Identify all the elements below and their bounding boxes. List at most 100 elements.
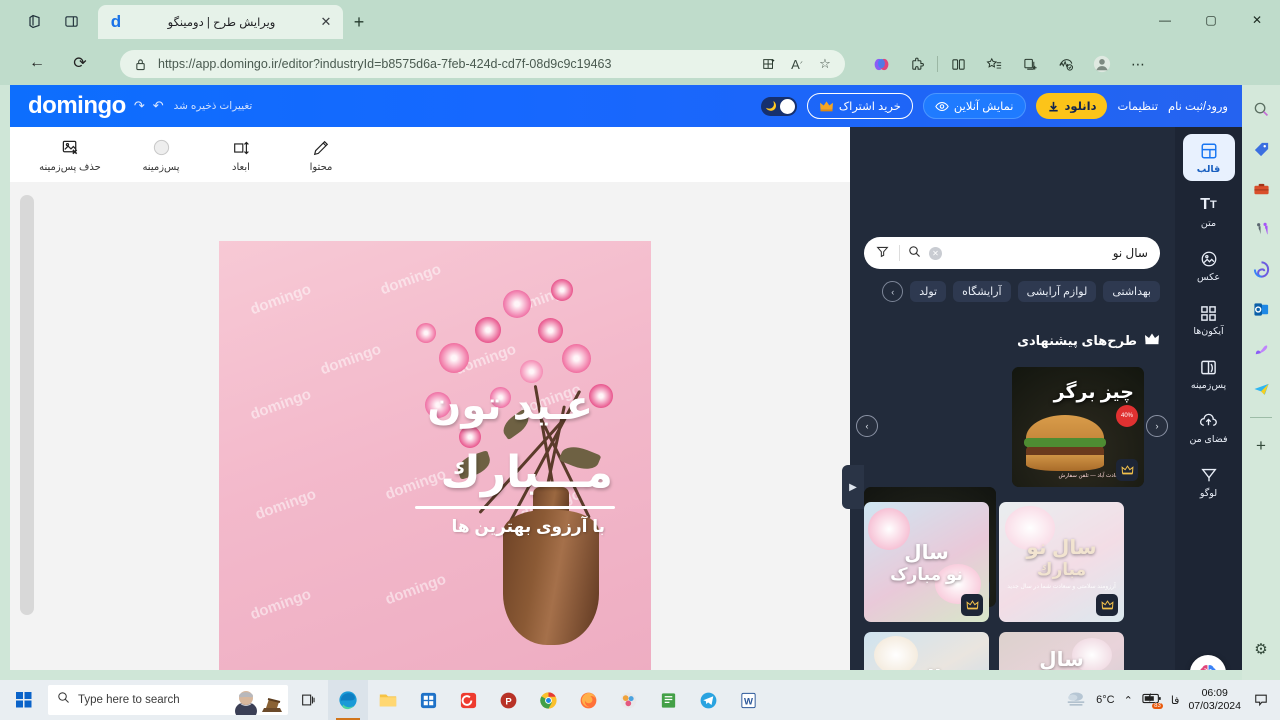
copilot-workspaces-icon[interactable] <box>22 8 48 34</box>
greeting-line-3[interactable]: با آرزوی بهترین ها <box>219 517 633 537</box>
template-title-line1: سال <box>904 541 949 564</box>
tool-remove-background[interactable]: حذف پس‌زمینه <box>28 137 112 173</box>
nav-item-template[interactable]: قالب <box>1182 134 1235 181</box>
minimize-button[interactable]: — <box>1142 0 1188 40</box>
sidebar-settings-icon[interactable]: ⚙ <box>1254 640 1267 658</box>
online-preview-button[interactable]: نمایش آنلاین <box>922 93 1026 119</box>
browser-tab[interactable]: d ویرایش طرح | دومینگو ✕ <box>98 5 343 39</box>
chip-lavazem-arayeshi[interactable]: لوازم آرایشی <box>1017 281 1097 302</box>
taskbar-chrome-icon[interactable] <box>528 680 568 720</box>
taskbar-pdf-icon[interactable]: P <box>488 680 528 720</box>
copilot-icon[interactable] <box>865 50 897 78</box>
games-icon[interactable] <box>1249 217 1273 241</box>
watermark: domingo <box>383 570 449 609</box>
chip-arayeshgah[interactable]: آرایشگاه <box>953 281 1011 302</box>
carousel-next-button[interactable]: › <box>1146 415 1168 437</box>
chips-prev-button[interactable]: ‹ <box>882 281 904 302</box>
chip-behdashti[interactable]: بهداشتی <box>1103 281 1160 302</box>
carousel-card-cheeseburger[interactable]: چیز برگر 40% شعبه سعادت آباد — تلفن سفار… <box>1012 367 1144 487</box>
premium-crown-badge[interactable] <box>961 594 983 616</box>
taskbar-file-explorer-icon[interactable] <box>368 680 408 720</box>
split-screen-icon[interactable] <box>759 54 779 74</box>
outlook-icon[interactable] <box>1249 297 1273 321</box>
premium-crown-badge[interactable] <box>1116 459 1138 481</box>
favorites-icon[interactable] <box>978 50 1010 78</box>
tool-content[interactable]: محتوا <box>290 137 352 173</box>
shopping-tag-icon[interactable] <box>1249 137 1273 161</box>
read-aloud-icon[interactable]: Aᐟ <box>787 54 807 74</box>
taskbar-microsoft-store-icon[interactable] <box>408 680 448 720</box>
greeting-line-1[interactable]: عـید تون <box>219 383 633 429</box>
maximize-button[interactable]: ▢ <box>1188 0 1234 40</box>
template-card[interactable]: سال نو <box>999 632 1124 670</box>
settings-more-icon[interactable]: ⋯ <box>1122 50 1154 78</box>
login-link[interactable]: ورود/ثبت نام <box>1168 99 1228 113</box>
nav-item-image[interactable]: عکس <box>1183 242 1235 289</box>
filter-icon[interactable] <box>876 245 900 261</box>
nav-item-background[interactable]: پس‌زمینه <box>1183 350 1235 397</box>
taskbar-word-icon[interactable]: W <box>728 680 768 720</box>
notification-icon[interactable] <box>1250 689 1272 711</box>
design-artboard[interactable]: domingo domingo domingo domingo domingo … <box>219 241 651 670</box>
language-indicator[interactable]: فا <box>1171 694 1180 707</box>
design-text-group[interactable]: عـید تون مـــبارك با آرزوی بهترین ها <box>219 383 651 537</box>
taskbar-search[interactable]: Type here to search <box>48 685 288 715</box>
settings-link[interactable]: تنظیمات <box>1117 99 1158 113</box>
nav-item-my-space[interactable]: فضای من <box>1183 404 1235 451</box>
nav-item-text[interactable]: TT متن <box>1183 188 1235 235</box>
search-input[interactable]: سال نو <box>950 246 1148 260</box>
split-icon[interactable] <box>942 50 974 78</box>
tool-background[interactable]: پس‌زمینه <box>130 137 192 173</box>
tab-close-icon[interactable]: ✕ <box>317 13 335 31</box>
clock[interactable]: 06:09 07/03/2024 <box>1188 687 1241 713</box>
taskbar-photo-icon[interactable] <box>608 680 648 720</box>
address-bar[interactable]: https://app.domingo.ir/editor?industryId… <box>120 50 845 78</box>
greeting-line-2[interactable]: مـــبارك <box>219 447 633 498</box>
browser-essentials-icon[interactable] <box>1050 50 1082 78</box>
search-icon[interactable] <box>908 245 921 261</box>
carousel-prev-button[interactable]: ‹ <box>856 415 878 437</box>
redo-icon[interactable]: ↷ <box>134 98 145 114</box>
canvas-scrollbar[interactable] <box>20 195 34 615</box>
telegram-icon[interactable] <box>1249 377 1273 401</box>
add-sidebar-button[interactable]: + <box>1249 434 1273 458</box>
nav-item-logo[interactable]: لوگو <box>1183 458 1235 505</box>
back-button[interactable]: ← <box>22 48 52 78</box>
search-box[interactable]: سال نو ✕ <box>864 237 1160 269</box>
nav-item-icons[interactable]: آیکون‌ها <box>1183 296 1235 343</box>
tab-actions-icon[interactable] <box>58 8 84 34</box>
search-icon[interactable] <box>1249 97 1273 121</box>
theme-toggle[interactable]: 🌙 <box>760 96 797 116</box>
design-canvas[interactable]: domingo domingo domingo domingo domingo … <box>219 241 651 670</box>
template-card[interactable]: سال نو مبارک <box>864 502 989 622</box>
windows-start-icon[interactable] <box>0 680 48 720</box>
new-tab-button[interactable]: + <box>346 10 372 36</box>
task-view-icon[interactable] <box>288 680 328 720</box>
taskbar-notepad-icon[interactable] <box>648 680 688 720</box>
download-button[interactable]: دانلود <box>1035 93 1108 119</box>
collections-icon[interactable] <box>1014 50 1046 78</box>
refresh-button[interactable]: ⟳ <box>65 48 95 78</box>
tool-dimensions[interactable]: ابعاد <box>210 137 272 173</box>
taskbar-edge-icon[interactable] <box>328 680 368 720</box>
collapse-panel-button[interactable]: ▶ <box>842 465 864 509</box>
taskbar-firefox-icon[interactable] <box>568 680 608 720</box>
designer-icon[interactable] <box>1249 337 1273 361</box>
template-card[interactable]: سال نو مبارك آرزومند سلامتی و سعادت شما … <box>999 502 1124 622</box>
taskbar-telegram-blue-icon[interactable] <box>688 680 728 720</box>
tools-icon[interactable] <box>1249 177 1273 201</box>
profile-icon[interactable] <box>1086 50 1118 78</box>
microsoft365-icon[interactable] <box>1249 257 1273 281</box>
chip-tavalod[interactable]: تولد <box>910 281 947 302</box>
premium-crown-badge[interactable] <box>1096 594 1118 616</box>
clear-search-icon[interactable]: ✕ <box>929 246 942 260</box>
tray-expand-icon[interactable]: ⌃ <box>1124 694 1133 707</box>
extensions-icon[interactable] <box>901 50 933 78</box>
close-window-button[interactable]: ✕ <box>1234 0 1280 40</box>
undo-icon[interactable]: ↶ <box>153 98 164 114</box>
taskbar-camtasia-icon[interactable] <box>448 680 488 720</box>
subscribe-button[interactable]: خرید اشتراک <box>806 93 913 119</box>
battery-charging-icon[interactable]: 83 <box>1142 692 1163 709</box>
template-card[interactable]: سال نو <box>864 632 989 670</box>
favorite-star-icon[interactable]: ☆ <box>815 54 835 74</box>
